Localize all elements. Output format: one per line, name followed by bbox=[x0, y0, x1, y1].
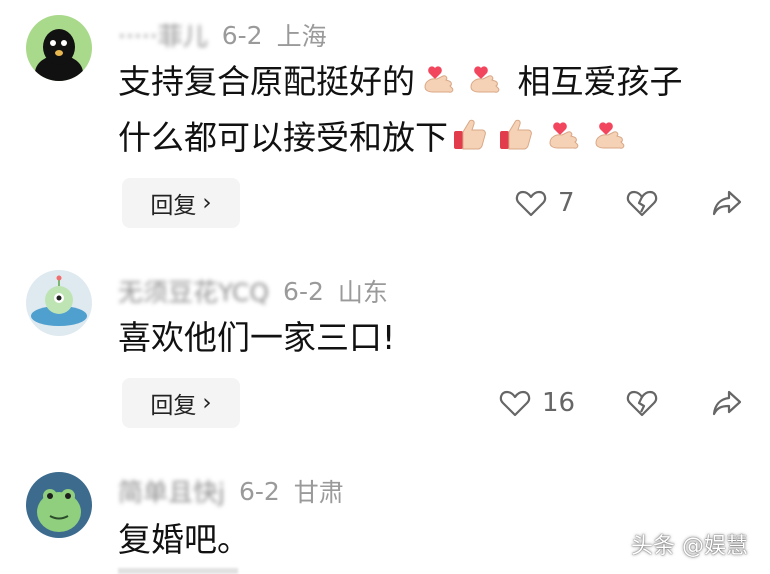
green-frog-avatar-icon bbox=[26, 472, 92, 538]
comment-text-line1: 喜欢他们一家三口! bbox=[118, 318, 396, 357]
comment-location: 上海 bbox=[276, 22, 327, 51]
comment-date: 6-2 bbox=[283, 276, 324, 306]
black-cartoon-avatar-icon bbox=[26, 15, 92, 81]
comment-text-line1: 复婚吧。 bbox=[118, 520, 250, 559]
finger-heart-emoji bbox=[588, 113, 630, 155]
comment-location: 山东 bbox=[337, 278, 388, 307]
comment-actions: 7 bbox=[0, 178, 770, 228]
share-button[interactable] bbox=[710, 378, 744, 428]
share-arrow-icon bbox=[712, 390, 742, 416]
comment-text: 复婚吧。 bbox=[118, 512, 250, 568]
finger-heart-emoji bbox=[417, 57, 459, 99]
like-count: 7 bbox=[558, 188, 575, 218]
avatar[interactable] bbox=[26, 472, 92, 538]
dislike-button[interactable] bbox=[625, 178, 659, 228]
broken-heart-icon bbox=[626, 190, 658, 217]
comment-date: 6-2 bbox=[238, 476, 280, 506]
username[interactable]: ‧‧‧‧‧菲儿 bbox=[118, 17, 208, 53]
comment-date: 6-2 bbox=[221, 20, 263, 50]
finger-heart-emoji bbox=[542, 113, 584, 155]
like-button[interactable]: 7 bbox=[514, 178, 575, 228]
avatar[interactable] bbox=[26, 270, 92, 336]
dislike-button[interactable] bbox=[625, 378, 659, 428]
heart-outline-icon bbox=[499, 390, 531, 417]
partial-reply-button bbox=[118, 568, 238, 574]
comment-text-line2: 什么都可以接受和放下 bbox=[118, 118, 448, 157]
thumbs-up-emoji bbox=[496, 113, 538, 155]
avatar[interactable] bbox=[26, 15, 92, 81]
thumbs-up-emoji bbox=[450, 113, 492, 155]
comment-actions: 16 bbox=[0, 378, 770, 428]
like-button[interactable]: 16 bbox=[498, 378, 575, 428]
share-button[interactable] bbox=[710, 178, 744, 228]
alien-ufo-avatar-icon bbox=[26, 270, 92, 336]
heart-outline-icon bbox=[515, 190, 547, 217]
username[interactable]: 简单且快j bbox=[118, 473, 225, 509]
comment-meta: ‧‧‧‧‧菲儿 6-2 上海 bbox=[118, 18, 327, 52]
like-count: 16 bbox=[542, 388, 576, 418]
username[interactable]: 无须豆花YCQ bbox=[118, 273, 269, 309]
comment-text-line1: 支持复合原配挺好的 bbox=[118, 62, 415, 101]
watermark: 头条 @娱慧 bbox=[631, 534, 748, 559]
comment-text-line1b: 相互爱孩子 bbox=[517, 62, 683, 101]
comment-text: 喜欢他们一家三口! bbox=[118, 310, 395, 366]
broken-heart-icon bbox=[626, 390, 658, 417]
comment-meta: 无须豆花YCQ 6-2 山东 bbox=[118, 274, 388, 308]
finger-heart-emoji bbox=[463, 57, 505, 99]
comment-meta: 简单且快j 6-2 甘肃 bbox=[118, 474, 344, 508]
share-arrow-icon bbox=[712, 190, 742, 216]
comment-text-line2-row: 什么都可以接受和放下 bbox=[118, 110, 632, 166]
comment-location: 甘肃 bbox=[293, 478, 344, 507]
comment-text: 支持复合原配挺好的 相互爱孩子 bbox=[118, 54, 683, 110]
